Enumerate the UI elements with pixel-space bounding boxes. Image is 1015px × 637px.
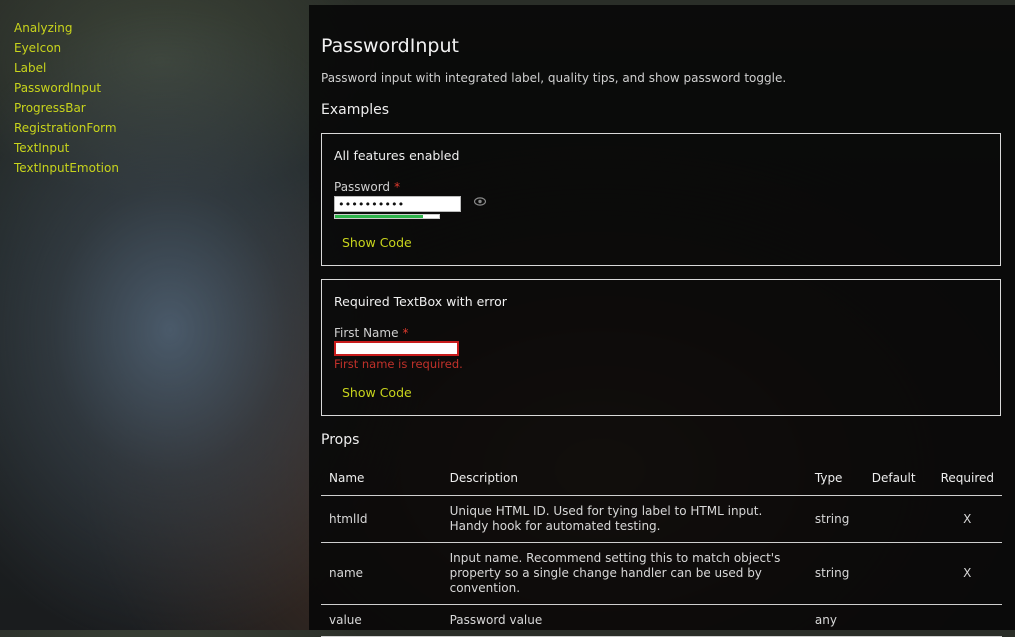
sidebar-item-textinput[interactable]: TextInput bbox=[14, 138, 294, 158]
password-quality-bar bbox=[334, 214, 440, 219]
prop-type: string bbox=[806, 542, 864, 605]
password-label-text: Password bbox=[334, 180, 391, 194]
props-header-row: Name Description Type Default Required bbox=[321, 461, 1002, 496]
password-quality-fill bbox=[335, 215, 424, 218]
sidebar-item-label[interactable]: Label bbox=[14, 58, 294, 78]
sidebar-item-textinputemotion[interactable]: TextInputEmotion bbox=[14, 158, 294, 178]
sidebar-item-registrationform[interactable]: RegistrationForm bbox=[14, 118, 294, 138]
col-name: Name bbox=[321, 461, 442, 496]
table-row: htmlId Unique HTML ID. Used for tying la… bbox=[321, 495, 1002, 543]
col-description: Description bbox=[441, 461, 807, 496]
sidebar-nav: Analyzing EyeIcon Label PasswordInput Pr… bbox=[14, 18, 294, 178]
show-code-button[interactable]: Show Code bbox=[342, 235, 412, 250]
example-title: Required TextBox with error bbox=[334, 294, 507, 309]
example-required-error: Required TextBox with error First Name * … bbox=[321, 279, 1001, 416]
prop-description: Password value bbox=[441, 604, 807, 637]
first-name-label-text: First Name bbox=[334, 326, 399, 340]
eye-icon[interactable] bbox=[473, 196, 487, 209]
prop-type: string bbox=[806, 495, 864, 543]
required-mark: * bbox=[402, 326, 409, 340]
first-name-label: First Name * bbox=[334, 326, 408, 340]
props-table: Name Description Type Default Required h… bbox=[321, 461, 1002, 637]
prop-description: Unique HTML ID. Used for tying label to … bbox=[441, 495, 807, 543]
sidebar-item-analyzing[interactable]: Analyzing bbox=[14, 18, 294, 38]
required-mark: * bbox=[394, 180, 401, 194]
prop-required: X bbox=[932, 542, 1002, 605]
sidebar-item-passwordinput[interactable]: PasswordInput bbox=[14, 78, 294, 98]
password-input[interactable] bbox=[334, 196, 461, 212]
example-title: All features enabled bbox=[334, 148, 460, 163]
prop-type: any bbox=[806, 604, 864, 637]
props-heading: Props bbox=[321, 432, 360, 448]
col-required: Required bbox=[932, 461, 1002, 496]
page-description: Password input with integrated label, qu… bbox=[321, 71, 787, 85]
password-label: Password * bbox=[334, 180, 400, 194]
sidebar-item-progressbar[interactable]: ProgressBar bbox=[14, 98, 294, 118]
table-row: name Input name. Recommend setting this … bbox=[321, 542, 1002, 605]
sidebar-item-eyeicon[interactable]: EyeIcon bbox=[14, 38, 294, 58]
prop-name: name bbox=[321, 542, 442, 605]
col-type: Type bbox=[806, 461, 864, 496]
prop-required: X bbox=[932, 495, 1002, 543]
page-title: PasswordInput bbox=[321, 35, 459, 57]
col-default: Default bbox=[863, 461, 933, 496]
examples-heading: Examples bbox=[321, 102, 390, 118]
main-content: PasswordInput Password input with integr… bbox=[309, 5, 1015, 637]
table-row: value Password value any bbox=[321, 604, 1002, 637]
first-name-input[interactable] bbox=[334, 341, 459, 356]
prop-default bbox=[863, 604, 933, 637]
prop-default bbox=[863, 495, 933, 543]
prop-required bbox=[932, 604, 1002, 637]
example-all-features: All features enabled Password* Show Code bbox=[321, 133, 1001, 266]
prop-name: value bbox=[321, 604, 442, 637]
prop-name: htmlId bbox=[321, 495, 442, 543]
prop-description: Input name. Recommend setting this to ma… bbox=[441, 542, 807, 605]
eye-icon-svg bbox=[473, 197, 487, 206]
prop-default bbox=[863, 542, 933, 605]
error-message: First name is required. bbox=[334, 357, 463, 371]
show-code-button[interactable]: Show Code bbox=[342, 385, 412, 400]
